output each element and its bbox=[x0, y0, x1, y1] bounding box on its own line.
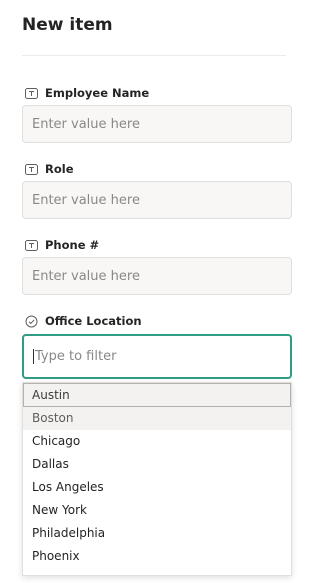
dropdown-option[interactable]: Dallas bbox=[23, 453, 291, 476]
phone-placeholder: Enter value here bbox=[32, 268, 140, 284]
text-field-icon bbox=[24, 162, 38, 176]
choice-check-icon bbox=[24, 314, 38, 328]
office-location-placeholder: Type to filter bbox=[35, 349, 117, 364]
dropdown-option[interactable]: Austin bbox=[23, 383, 291, 407]
role-label-row: Role bbox=[24, 161, 74, 177]
role-label: Role bbox=[45, 162, 74, 176]
office-location-dropdown[interactable]: Austin Boston Chicago Dallas Los Angeles… bbox=[22, 382, 292, 576]
office-location-filter-input[interactable]: Type to filter bbox=[22, 334, 292, 379]
employee-name-label-row: Employee Name bbox=[24, 85, 149, 101]
dropdown-option[interactable]: New York bbox=[23, 499, 291, 522]
office-location-label-row: Office Location bbox=[24, 313, 142, 329]
employee-name-field[interactable]: Enter value here bbox=[22, 105, 292, 143]
text-field-icon bbox=[24, 86, 38, 100]
phone-field[interactable]: Enter value here bbox=[22, 257, 292, 295]
phone-label-row: Phone # bbox=[24, 237, 99, 253]
dropdown-option[interactable]: Los Angeles bbox=[23, 476, 291, 499]
dropdown-option[interactable]: Phoenix bbox=[23, 545, 291, 568]
title-divider bbox=[22, 55, 286, 56]
dropdown-option[interactable]: Boston bbox=[23, 407, 291, 430]
office-location-label: Office Location bbox=[45, 314, 142, 328]
text-caret bbox=[33, 349, 34, 364]
dropdown-option[interactable]: Chicago bbox=[23, 430, 291, 453]
text-field-icon bbox=[24, 238, 38, 252]
employee-name-label: Employee Name bbox=[45, 86, 150, 100]
employee-name-placeholder: Enter value here bbox=[32, 116, 140, 132]
role-field[interactable]: Enter value here bbox=[22, 181, 292, 219]
form-title: New item bbox=[22, 15, 113, 35]
dropdown-option[interactable]: Philadelphia bbox=[23, 522, 291, 545]
phone-label: Phone # bbox=[45, 238, 100, 252]
role-placeholder: Enter value here bbox=[32, 192, 140, 208]
